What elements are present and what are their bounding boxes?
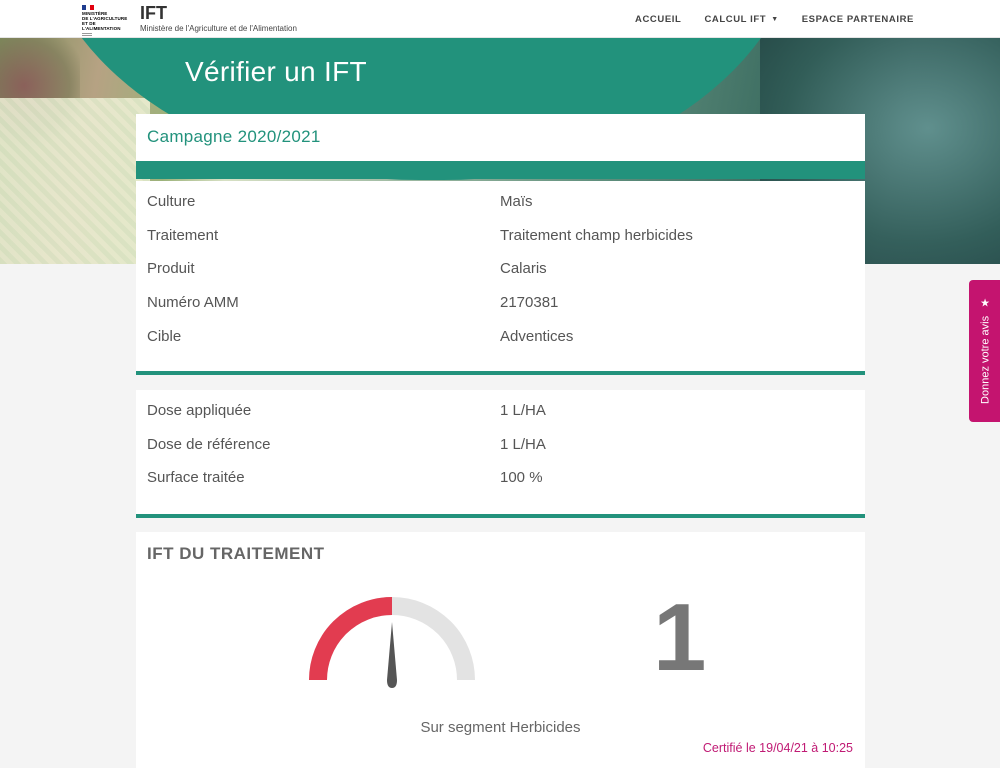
main-nav: ACCUEIL CALCUL IFT ▼ ESPACE PARTENAIRE	[612, 0, 914, 38]
detail-row-produit: Produit Calaris	[147, 260, 865, 280]
ministry-logo[interactable]: MINISTÈRE DE L'AGRICULTURE ET DE L'ALIME…	[82, 5, 130, 36]
hero-photo-fabric	[0, 98, 150, 264]
dose-value: 100 %	[500, 469, 543, 486]
nav-espace-partenaire[interactable]: ESPACE PARTENAIRE	[802, 14, 914, 25]
logo-devise-line	[82, 33, 92, 34]
treatment-details-card: Culture Maïs Traitement Traitement champ…	[136, 181, 865, 375]
site-subtitle: Ministère de l'Agriculture et de l'Alime…	[140, 24, 297, 33]
dose-label: Dose de référence	[147, 436, 271, 453]
dose-details-card: Dose appliquée 1 L/HA Dose de référence …	[136, 390, 865, 518]
feedback-tab[interactable]: Donnez votre avis ★	[969, 280, 1000, 422]
page-title: Vérifier un IFT	[185, 56, 367, 87]
ift-value: 1	[653, 584, 707, 691]
dose-value: 1 L/HA	[500, 402, 546, 419]
detail-row-culture: Culture Maïs	[147, 193, 865, 213]
dose-row-appliquee: Dose appliquée 1 L/HA	[147, 402, 865, 422]
ift-gauge	[309, 597, 475, 688]
campagne-card: Campagne 2020/2021	[136, 114, 865, 179]
campagne-label: Campagne 2020/2021	[147, 127, 321, 146]
ift-result-card: IFT DU TRAITEMENT 1 Sur segment Herbicid…	[136, 532, 865, 768]
ift-section-title: IFT DU TRAITEMENT	[147, 544, 325, 563]
detail-row-numero-amm: Numéro AMM 2170381	[147, 294, 865, 314]
star-icon: ★	[979, 297, 990, 310]
detail-value: Traitement champ herbicides	[500, 227, 693, 244]
ministry-logo-text: MINISTÈRE DE L'AGRICULTURE ET DE L'ALIME…	[82, 11, 128, 31]
detail-row-cible: Cible Adventices	[147, 328, 865, 348]
gauge-needle	[387, 622, 397, 688]
nav-calcul-ift[interactable]: CALCUL IFT ▼	[704, 14, 778, 25]
site-header: MINISTÈRE DE L'AGRICULTURE ET DE L'ALIME…	[0, 0, 1000, 38]
detail-label: Cible	[147, 328, 182, 345]
detail-label: Culture	[147, 193, 196, 210]
detail-value: Adventices	[500, 328, 574, 345]
dose-value: 1 L/HA	[500, 436, 546, 453]
detail-label: Numéro AMM	[147, 294, 239, 311]
detail-value: 2170381	[500, 294, 559, 311]
detail-value: Calaris	[500, 260, 547, 277]
feedback-label: Donnez votre avis	[978, 315, 991, 404]
feedback-tab-content: Donnez votre avis ★	[978, 297, 991, 404]
detail-label: Traitement	[147, 227, 219, 244]
dose-row-reference: Dose de référence 1 L/HA	[147, 436, 865, 456]
segment-label: Sur segment Herbicides	[420, 719, 581, 736]
certification-timestamp: Certifié le 19/04/21 à 10:25	[702, 741, 853, 755]
site-title[interactable]: IFT	[140, 3, 167, 24]
detail-label: Produit	[147, 260, 195, 277]
dose-row-surface: Surface traitée 100 %	[147, 469, 865, 489]
gauge-fill-arc	[309, 597, 393, 681]
french-flag-icon	[82, 5, 94, 10]
dose-label: Dose appliquée	[147, 402, 252, 419]
nav-accueil[interactable]: ACCUEIL	[635, 14, 681, 25]
detail-row-traitement: Traitement Traitement champ herbicides	[147, 227, 865, 247]
detail-value: Maïs	[500, 193, 533, 210]
dose-label: Surface traitée	[147, 469, 245, 486]
caret-down-icon: ▼	[771, 15, 779, 23]
logo-devise-line	[82, 35, 92, 36]
